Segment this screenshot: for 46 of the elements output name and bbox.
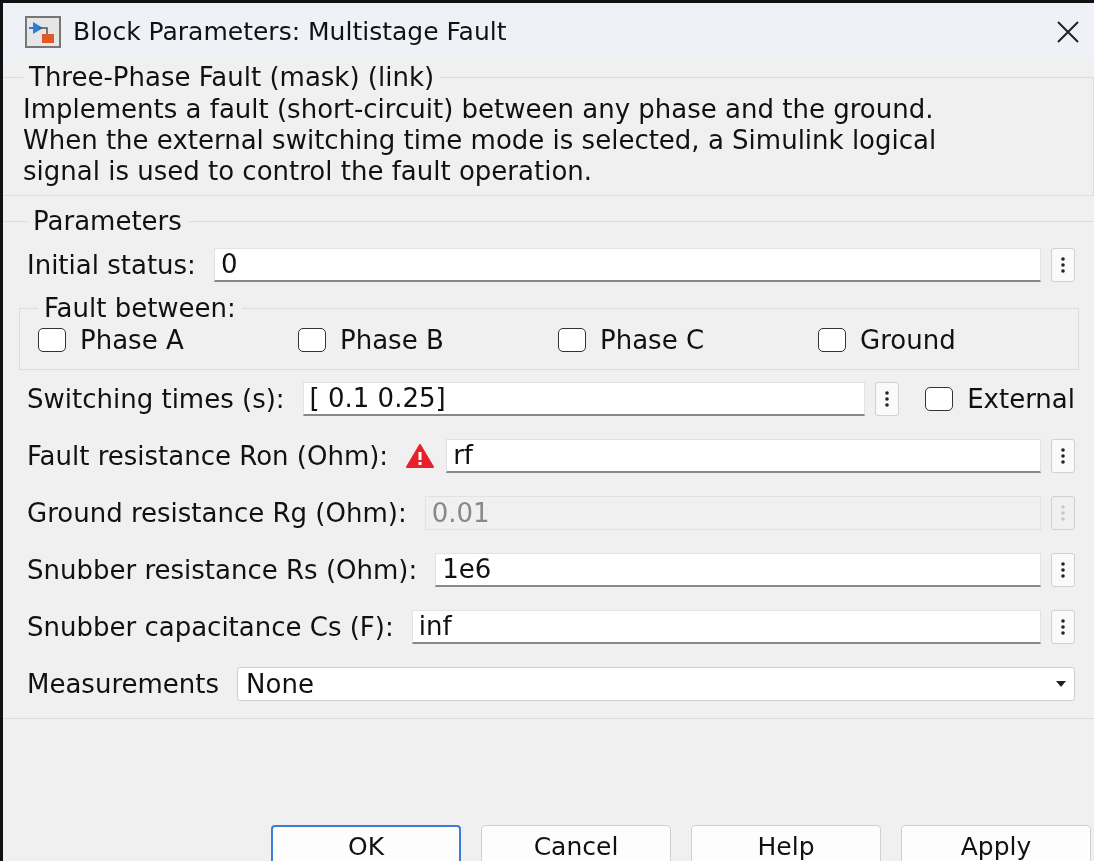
- checkbox-label: Phase C: [600, 325, 705, 355]
- checkbox[interactable]: [925, 386, 954, 411]
- close-icon[interactable]: [1056, 19, 1080, 44]
- group-title: Parameters: [32, 206, 183, 236]
- checkbox[interactable]: [558, 328, 586, 352]
- block-icon: [25, 15, 61, 48]
- checkbox[interactable]: [298, 328, 326, 352]
- more-icon: [885, 390, 890, 407]
- checkbox-label: Phase A: [80, 325, 184, 355]
- field-label: Initial status:: [27, 249, 196, 280]
- dialog-button[interactable]: Apply: [901, 825, 1091, 861]
- field-label: Snubber resistance Rs (Ohm):: [27, 554, 418, 585]
- options-button[interactable]: [1051, 438, 1075, 473]
- options-button[interactable]: [875, 381, 900, 416]
- input-field[interactable]: rf: [446, 438, 1041, 473]
- input-field[interactable]: 0: [213, 247, 1041, 282]
- options-button[interactable]: [1051, 552, 1075, 587]
- group-title: Fault between:: [43, 293, 237, 323]
- input-field[interactable]: [ 0.1 0.25]: [302, 381, 866, 416]
- more-icon: [1061, 504, 1065, 521]
- options-button[interactable]: [1051, 247, 1075, 282]
- dropdown[interactable]: None: [237, 666, 1075, 701]
- more-icon: [1061, 256, 1065, 273]
- window-title: Block Parameters: Multistage Fault: [73, 17, 508, 46]
- more-icon: [1061, 618, 1065, 635]
- input-field[interactable]: inf: [411, 609, 1041, 644]
- checkbox-label: Ground: [860, 325, 956, 355]
- dialog-button[interactable]: OK: [271, 825, 461, 861]
- description-text: Implements a fault (short-circuit) between any phase and the ground. When the external switching time mode is selected, a Simulink logical signal is used to control the fault operation.: [23, 94, 938, 187]
- checkbox[interactable]: [818, 328, 846, 352]
- input-field[interactable]: 1e6: [435, 552, 1041, 587]
- checkbox[interactable]: [38, 328, 66, 352]
- field-label: Measurements: [27, 668, 220, 699]
- field-label: Switching times (s):: [27, 383, 285, 414]
- checkbox-label: External: [967, 383, 1075, 414]
- dialog-button[interactable]: Help: [691, 825, 881, 861]
- options-button[interactable]: [1051, 609, 1075, 644]
- field-label: Ground resistance Rg (Ohm):: [27, 497, 407, 528]
- checkbox-label: Phase B: [340, 325, 444, 355]
- more-icon: [1061, 447, 1065, 464]
- field-label: Snubber capacitance Cs (F):: [27, 611, 394, 642]
- caret-icon: [1056, 680, 1066, 687]
- group-title: Three-Phase Fault (mask) (link): [28, 62, 436, 92]
- more-icon: [1061, 561, 1065, 578]
- dialog-button[interactable]: Cancel: [481, 825, 671, 861]
- field-label: Fault resistance Ron (Ohm):: [27, 440, 389, 471]
